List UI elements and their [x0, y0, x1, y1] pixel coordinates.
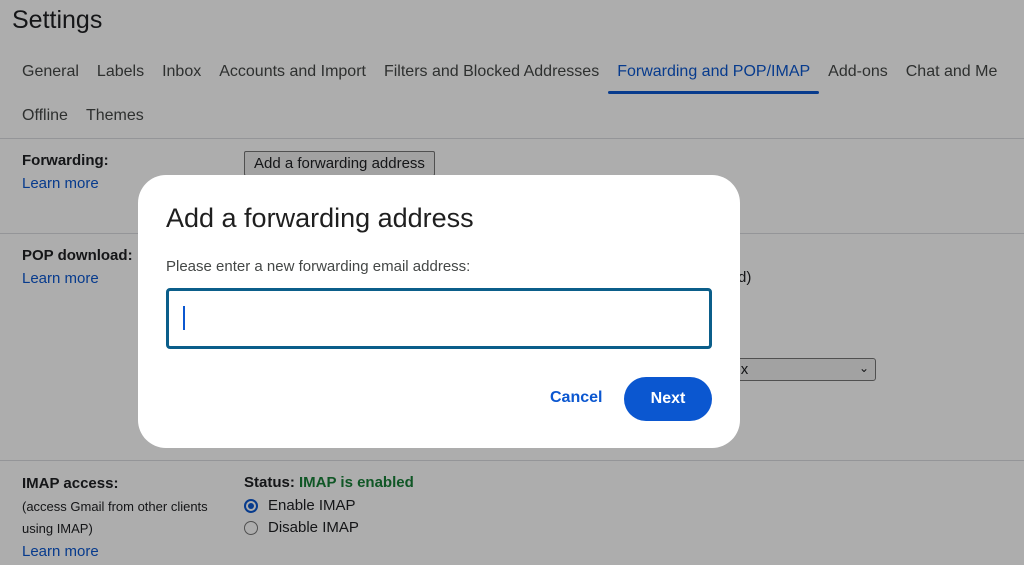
add-forwarding-address-dialog: Add a forwarding address Please enter a … — [138, 175, 740, 448]
text-cursor — [183, 306, 185, 330]
next-button[interactable]: Next — [624, 377, 712, 421]
forwarding-email-input[interactable] — [166, 288, 712, 349]
cancel-button[interactable]: Cancel — [538, 377, 614, 419]
dialog-prompt: Please enter a new forwarding email addr… — [166, 258, 471, 275]
dialog-title: Add a forwarding address — [166, 203, 474, 233]
